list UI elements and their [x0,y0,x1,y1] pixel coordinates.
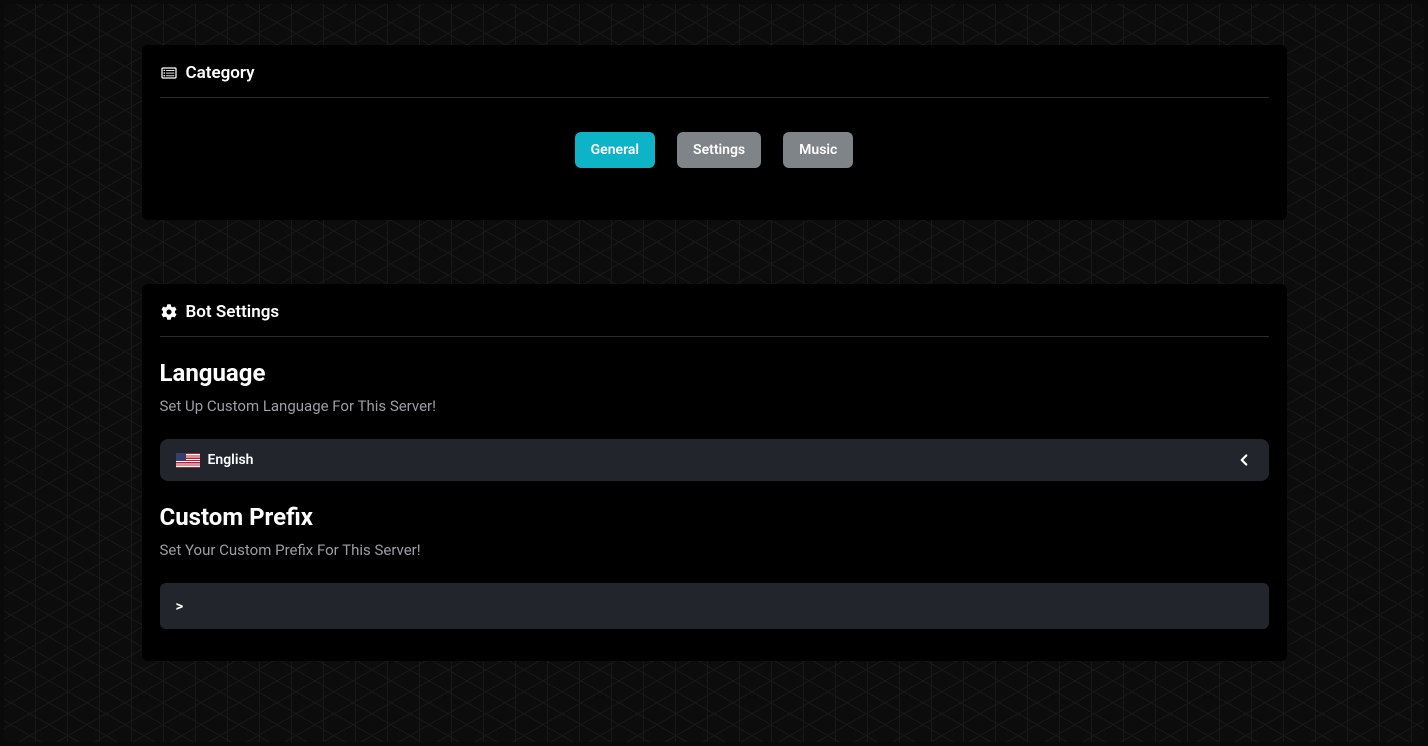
bot-settings-title: Bot Settings [186,302,280,322]
chevron-left-icon [1235,451,1253,469]
category-tabs: General Settings Music [160,98,1269,188]
prefix-input[interactable] [160,583,1269,629]
prefix-heading: Custom Prefix [160,503,1269,531]
language-heading: Language [160,359,1269,387]
language-select-value: English [176,452,254,468]
list-icon [160,64,178,82]
category-title: Category [186,63,255,83]
gear-icon [160,303,178,321]
prefix-description: Set Your Custom Prefix For This Server! [160,541,1269,559]
tab-music[interactable]: Music [783,132,853,168]
category-panel-header: Category [160,63,1269,98]
us-flag-icon [176,453,200,468]
language-select[interactable]: English [160,439,1269,481]
prefix-section: Custom Prefix Set Your Custom Prefix For… [160,481,1269,629]
language-selected-label: English [208,452,254,468]
tab-general[interactable]: General [575,132,655,168]
tab-settings[interactable]: Settings [677,132,761,168]
bot-settings-panel: Bot Settings Language Set Up Custom Lang… [142,284,1287,661]
language-section: Language Set Up Custom Language For This… [160,337,1269,481]
bot-settings-header: Bot Settings [160,302,1269,337]
category-panel: Category General Settings Music [142,45,1287,220]
language-description: Set Up Custom Language For This Server! [160,397,1269,415]
